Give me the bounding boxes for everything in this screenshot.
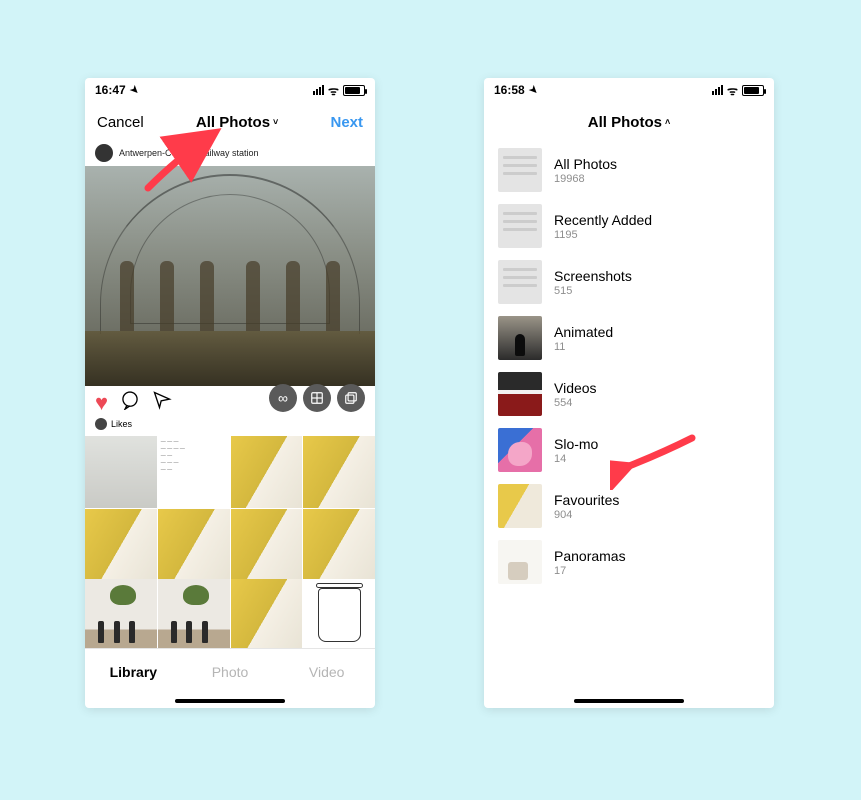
album-row-screenshots[interactable]: Screenshots 515 (484, 254, 774, 310)
compose-tools: ∞ (269, 384, 365, 412)
library-thumb[interactable] (158, 579, 230, 648)
location-label: Antwerpen-Centraal railway station (119, 148, 259, 158)
cancel-button[interactable]: Cancel (97, 114, 144, 131)
library-thumb[interactable] (231, 509, 303, 581)
album-thumb (498, 204, 542, 248)
wifi-icon: ᯤ (727, 82, 738, 99)
nav-bar: Cancel All Photos ˅ Next (85, 102, 375, 142)
library-thumb[interactable] (303, 579, 375, 648)
album-count: 14 (554, 453, 598, 465)
location-icon: ➤ (127, 83, 141, 97)
album-name: Recently Added (554, 212, 652, 228)
phone-screenshot-right: 16:58 ➤ ᯤ All Photos ˄ All Photos 19968 … (484, 78, 774, 708)
album-name: Videos (554, 380, 597, 396)
post-context-row: Antwerpen-Centraal railway station (85, 142, 375, 166)
album-count: 1195 (554, 229, 652, 241)
album-thumb (498, 540, 542, 584)
album-picker-button[interactable]: All Photos ˅ (196, 114, 278, 131)
status-bar: 16:47 ➤ ᯤ (85, 78, 375, 102)
signal-icon (313, 85, 324, 95)
library-grid: — — —— — — —— —— — —— — (85, 436, 375, 648)
album-row-slomo[interactable]: Slo-mo 14 (484, 422, 774, 478)
status-bar: 16:58 ➤ ᯤ (484, 78, 774, 102)
album-count: 19968 (554, 173, 617, 185)
like-icon[interactable]: ♥ (95, 390, 108, 416)
album-thumb (498, 148, 542, 192)
tab-library[interactable]: Library (85, 664, 182, 680)
nav-bar: All Photos ˄ (484, 102, 774, 142)
album-name: Animated (554, 324, 613, 340)
phone-screenshot-left: 16:47 ➤ ᯤ Cancel All Photos ˅ Next Antwe… (85, 78, 375, 708)
album-thumb (498, 260, 542, 304)
status-time: 16:47 (95, 83, 126, 97)
library-thumb[interactable] (303, 509, 375, 581)
home-indicator (484, 694, 774, 708)
nav-title-label: All Photos (588, 114, 662, 131)
selected-photo-preview[interactable] (85, 166, 375, 386)
album-name: All Photos (554, 156, 617, 172)
avatar (95, 144, 113, 162)
library-thumb[interactable] (85, 436, 157, 508)
next-button[interactable]: Next (330, 114, 363, 131)
bottom-tabs: Library Photo Video (85, 648, 375, 694)
album-count: 515 (554, 285, 632, 297)
multi-select-button[interactable] (337, 384, 365, 412)
album-count: 11 (554, 341, 613, 353)
album-thumb (498, 484, 542, 528)
album-name: Panoramas (554, 548, 626, 564)
album-thumb (498, 372, 542, 416)
nav-title-label: All Photos (196, 114, 270, 131)
album-row-panoramas[interactable]: Panoramas 17 (484, 534, 774, 590)
likes-label: Likes (111, 419, 132, 429)
album-name: Favourites (554, 492, 619, 508)
library-thumb[interactable] (231, 436, 303, 508)
album-count: 904 (554, 509, 619, 521)
location-icon: ➤ (526, 83, 540, 97)
album-name: Slo-mo (554, 436, 598, 452)
library-thumb[interactable] (85, 579, 157, 648)
album-list: All Photos 19968 Recently Added 1195 Scr… (484, 142, 774, 694)
library-thumb[interactable] (231, 579, 303, 648)
library-thumb[interactable] (85, 509, 157, 581)
battery-icon (742, 85, 764, 96)
album-row-recently-added[interactable]: Recently Added 1195 (484, 198, 774, 254)
status-time: 16:58 (494, 83, 525, 97)
tab-video[interactable]: Video (278, 664, 375, 680)
album-row-animated[interactable]: Animated 11 (484, 310, 774, 366)
home-indicator (85, 694, 375, 708)
likes-row: Likes (85, 418, 375, 436)
library-thumb[interactable] (303, 436, 375, 508)
chevron-up-icon: ˄ (665, 117, 670, 127)
library-thumb[interactable] (158, 509, 230, 581)
wifi-icon: ᯤ (328, 82, 339, 99)
liker-avatar (95, 418, 107, 430)
album-row-videos[interactable]: Videos 554 (484, 366, 774, 422)
layout-button[interactable] (303, 384, 331, 412)
battery-icon (343, 85, 365, 96)
library-thumb[interactable]: — — —— — — —— —— — —— — (158, 436, 230, 508)
album-count: 554 (554, 397, 597, 409)
album-thumb (498, 316, 542, 360)
album-name: Screenshots (554, 268, 632, 284)
album-picker-button[interactable]: All Photos ˄ (588, 114, 670, 131)
comment-icon[interactable] (120, 390, 140, 416)
album-row-favourites[interactable]: Favourites 904 (484, 478, 774, 534)
chevron-down-icon: ˅ (273, 117, 278, 127)
album-count: 17 (554, 565, 626, 577)
tab-photo[interactable]: Photo (182, 664, 279, 680)
boomerang-button[interactable]: ∞ (269, 384, 297, 412)
album-thumb (498, 428, 542, 472)
album-row-all-photos[interactable]: All Photos 19968 (484, 142, 774, 198)
send-icon[interactable] (152, 390, 172, 416)
signal-icon (712, 85, 723, 95)
